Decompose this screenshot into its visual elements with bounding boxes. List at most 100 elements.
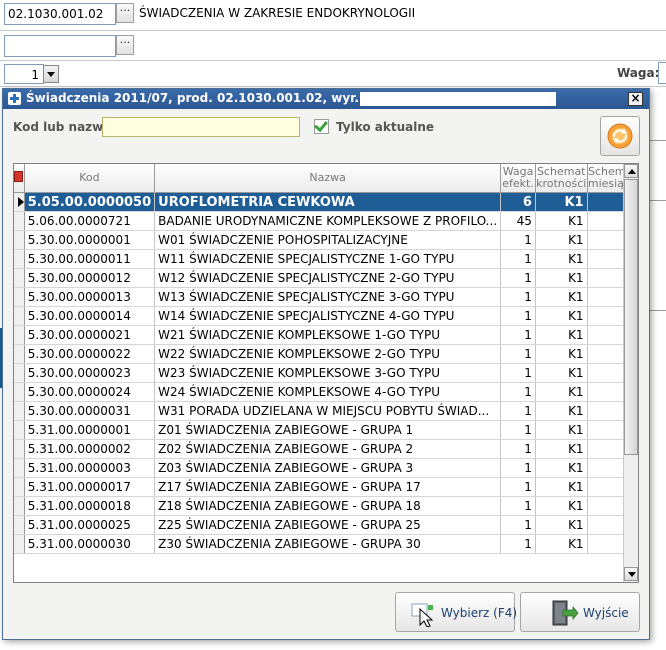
column-header-kod[interactable]: Kod [24,164,156,193]
scroll-down-button[interactable] [624,567,638,581]
table-row[interactable]: 5.30.00.0000031 W31 PORADA UDZIELANA W MI… [14,401,638,421]
exit-button[interactable]: Wyjście [520,592,640,632]
table-row[interactable]: 5.30.00.0000011 W11 ŚWIADCZENIE SPECJALIS… [14,249,638,269]
cell-nazwa: W22 ŚWIADCZENIE KOMPLEKSOWE 2-GO TYPU [154,344,502,364]
table-row[interactable]: 5.31.00.0000030 Z30 ŚWIADCZENIA ZABIEGOWE… [14,534,638,554]
close-button[interactable]: × [628,92,643,106]
cell-nazwa: BADANIE URODYNAMICZNE KOMPLEKSOWE Z PROF… [154,211,502,231]
table-row[interactable]: 5.05.00.0000050UROFLOMETRIA CEWKOWA6K1P [14,192,638,212]
row-indicator[interactable] [14,515,25,535]
cell-schemat-krotnosci: K1 [535,477,588,497]
row-indicator[interactable] [14,230,25,250]
table-row[interactable]: 5.30.00.0000012 W12 ŚWIADCZENIE SPECJALIS… [14,268,638,288]
cell-waga: 1 [500,287,536,307]
product-code-field[interactable]: 02.1030.001.02 [4,3,116,25]
scroll-up-button[interactable] [624,164,638,178]
cell-schemat-krotnosci: K1 [535,230,588,250]
combo-dropdown-button[interactable] [43,65,59,83]
cell-kod: 5.06.00.0000721 [24,211,156,231]
row-indicator[interactable] [14,534,25,554]
cell-schemat-krotnosci: K1 [535,382,588,402]
vertical-scrollbar[interactable] [623,164,638,582]
row-indicator[interactable] [14,439,25,459]
cell-nazwa: W21 ŚWIADCZENIE KOMPLEKSOWE 1-GO TYPU [154,325,502,345]
cell-waga: 1 [500,401,536,421]
cell-nazwa: UROFLOMETRIA CEWKOWA [154,192,502,212]
table-row[interactable]: 5.31.00.0000025 Z25 ŚWIADCZENIA ZABIEGOWE… [14,515,638,535]
table-row[interactable]: 5.30.00.0000014 W14 ŚWIADCZENIE SPECJALIS… [14,306,638,326]
row-indicator[interactable] [14,306,25,326]
cell-nazwa: W23 ŚWIADCZENIE KOMPLEKSOWE 3-GO TYPU [154,363,502,383]
cell-kod: 5.30.00.0000014 [24,306,156,326]
row-indicator[interactable] [14,401,25,421]
row-indicator[interactable] [14,325,25,345]
waga-field[interactable] [658,62,666,84]
table-row[interactable]: 5.30.00.0000021 W21 ŚWIADCZENIE KOMPLEKSO… [14,325,638,345]
cell-schemat-krotnosci: K1 [535,534,588,554]
cell-nazwa: Z18 ŚWIADCZENIA ZABIEGOWE - GRUPA 18 [154,496,502,516]
table-row[interactable]: 5.31.00.0000001 Z01 ŚWIADCZENIA ZABIEGOWE… [14,420,638,440]
cell-kod: 5.30.00.0000031 [24,401,156,421]
cell-nazwa: W13 ŚWIADCZENIE SPECJALISTYCZNE 3-GO TYP… [154,287,502,307]
cell-schemat-krotnosci: K1 [535,249,588,269]
row-indicator[interactable] [14,211,25,231]
cell-waga: 1 [500,382,536,402]
table-row[interactable]: 5.31.00.0000017 Z17 ŚWIADCZENIA ZABIEGOWE… [14,477,638,497]
version-combo[interactable]: 1 [4,64,44,84]
row-indicator[interactable] [14,268,25,288]
row-indicator[interactable] [14,458,25,478]
cell-kod: 5.30.00.0000024 [24,382,156,402]
cell-nazwa: W31 PORADA UDZIELANA W MIEJSCU POBYTU ŚW… [154,401,502,421]
row-indicator[interactable] [14,344,25,364]
row-pointer-icon [18,197,24,207]
row-indicator[interactable] [14,477,25,497]
table-row[interactable]: 5.30.00.0000024 W24 ŚWIADCZENIE KOMPLEKSO… [14,382,638,402]
row-indicator[interactable] [14,192,25,212]
row-indicator[interactable] [14,420,25,440]
scroll-thumb[interactable] [624,179,638,455]
row-indicator[interactable] [14,382,25,402]
table-row[interactable]: 5.30.00.0000001 W01 ŚWIADCZENIE POHOSPITA… [14,230,638,250]
row-indicator[interactable] [14,287,25,307]
column-header-nazwa[interactable]: Nazwa [154,164,502,193]
cell-nazwa: Z25 ŚWIADCZENIA ZABIEGOWE - GRUPA 25 [154,515,502,535]
cell-kod: 5.30.00.0000023 [24,363,156,383]
waga-label: Waga: [617,66,660,80]
row-indicator[interactable] [14,496,25,516]
cell-schemat-krotnosci: K1 [535,192,588,212]
cell-schemat-krotnosci: K1 [535,496,588,516]
refresh-icon [607,123,633,149]
cell-waga: 1 [500,230,536,250]
cell-waga: 1 [500,306,536,326]
cell-kod: 5.31.00.0000002 [24,439,156,459]
table-row[interactable]: 5.31.00.0000018 Z18 ŚWIADCZENIA ZABIEGOWE… [14,496,638,516]
column-header-waga[interactable]: Waga efekt. [500,164,536,193]
table-row[interactable]: 5.30.00.0000013 W13 ŚWIADCZENIE SPECJALIS… [14,287,638,307]
only-current-checkbox[interactable] [314,117,329,134]
table-row[interactable]: 5.31.00.0000002 Z02 ŚWIADCZENIA ZABIEGOWE… [14,439,638,459]
cell-nazwa: W12 ŚWIADCZENIE SPECJALISTYCZNE 2-GO TYP… [154,268,502,288]
product-code-lookup-button[interactable]: ··· [116,3,134,23]
table-row[interactable]: 5.06.00.0000721 BADANIE URODYNAMICZNE KOM… [14,211,638,231]
row-indicator[interactable] [14,363,25,383]
only-current-label: Tylko aktualne [336,120,435,134]
cell-kod: 5.30.00.0000013 [24,287,156,307]
cell-waga: 1 [500,268,536,288]
table-row[interactable]: 5.30.00.0000023 W23 ŚWIADCZENIE KOMPLEKSO… [14,363,638,383]
title-redacted-area [360,92,556,106]
search-input[interactable] [102,117,300,137]
secondary-field[interactable] [4,35,116,57]
column-header-schemat-krotnosci[interactable]: Schemat krotności [535,164,588,193]
cell-schemat-krotnosci: K1 [535,344,588,364]
cell-waga: 1 [500,363,536,383]
cell-schemat-krotnosci: K1 [535,439,588,459]
pick-button[interactable]: Wybierz (F4) [395,592,517,632]
header-indicator[interactable] [14,164,25,193]
secondary-lookup-button[interactable]: ··· [116,35,134,55]
table-row[interactable]: 5.31.00.0000003 Z03 ŚWIADCZENIA ZABIEGOWE… [14,458,638,478]
check-mark-icon [314,117,328,133]
row-indicator[interactable] [14,249,25,269]
table-row[interactable]: 5.30.00.0000022 W22 ŚWIADCZENIE KOMPLEKSO… [14,344,638,364]
refresh-button[interactable] [600,116,640,156]
cell-nazwa: Z01 ŚWIADCZENIA ZABIEGOWE - GRUPA 1 [154,420,502,440]
